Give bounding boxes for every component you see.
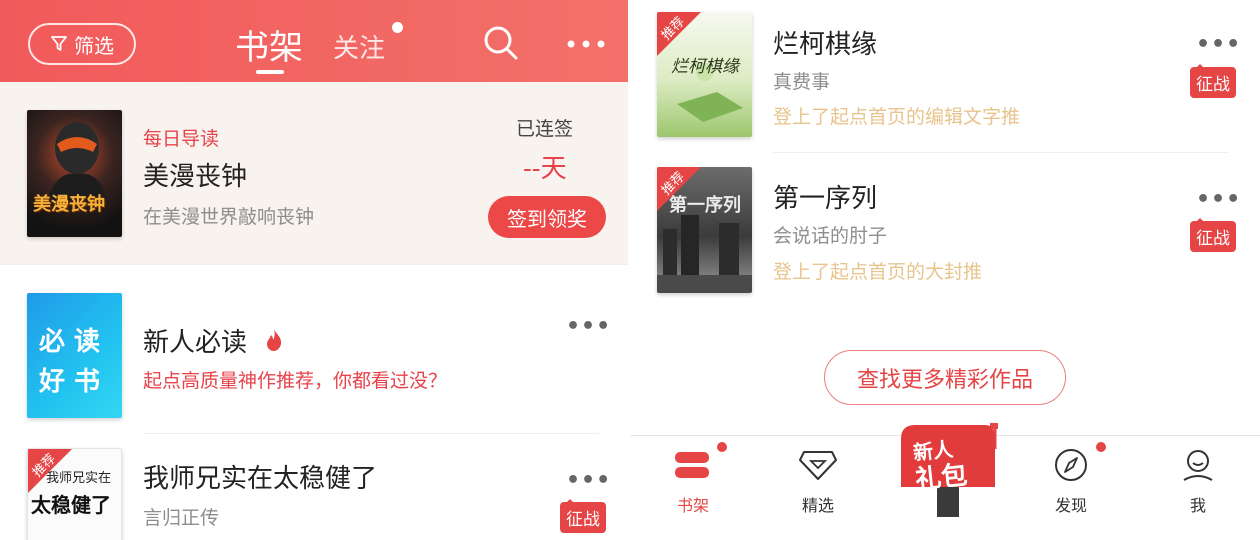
more-options-icon[interactable]: ••• [1196,187,1241,212]
streak-label: 已连签 [516,118,574,140]
list-item-subtitle: 起点高质量神作推荐，你都看过没？ [143,370,448,392]
cover-title: 美漫丧钟 [33,194,105,215]
list-item[interactable]: 烂柯棋缘 推荐 烂柯棋缘 真费事 登上了起点首页的编辑文字推 ••• 征战 [630,0,1260,152]
more-icon[interactable] [566,38,606,50]
tab-bookshelf[interactable]: 书架 [235,20,303,69]
list-item-title: 我师兄实在太稳健了 [143,464,378,494]
book-cover-lanke: 烂柯棋缘 推荐 [657,12,752,137]
list-item[interactable]: 必 读 好 书 新人必读 起点高质量神作推荐，你都看过没？ ••• [0,266,628,434]
nav-featured[interactable]: 精选 [783,448,853,516]
gift-label-line-2: 礼包 [913,460,969,496]
follow-notification-dot [392,22,403,33]
more-options-icon[interactable]: ••• [1196,32,1241,57]
left-screen: 筛选 书架 关注 美漫丧钟 每日导读 美漫丧钟 在美漫世界敲响丧钟 已连签 --… [0,0,628,540]
tab-follow[interactable]: 关注 [333,28,385,65]
diamond-icon [799,451,837,480]
nav-discover[interactable]: 发现 [1036,448,1106,516]
streak-value: --天 [523,154,567,184]
book-cover-shixiong: 我师兄实在 太稳健了 推荐 [27,448,122,540]
list-item[interactable]: 我师兄实在 太稳健了 推荐 我师兄实在太稳健了 言归正传 ••• 征战 [0,434,628,540]
book-cover-meimanglzhong[interactable]: 美漫丧钟 [27,110,122,237]
nav-bookshelf-label: 书架 [676,496,709,515]
checkin-book-title[interactable]: 美漫丧钟 [143,156,247,193]
filter-label: 筛选 [74,33,114,58]
cover-main-text: 太稳健了 [31,493,111,517]
list-item-author: 会说话的肘子 [773,225,888,247]
bookshelf-notification-dot [717,442,727,452]
nav-discover-label: 发现 [1054,496,1087,515]
active-tab-indicator [256,70,284,74]
search-icon[interactable] [482,24,520,62]
nav-featured-label: 精选 [801,496,834,515]
compass-icon [1055,449,1087,481]
top-bar: 筛选 书架 关注 [0,0,628,82]
daily-checkin-card: 美漫丧钟 每日导读 美漫丧钟 在美漫世界敲响丧钟 已连签 --天 签到领奖 [0,82,628,265]
cover-line-2: 好 书 [39,367,101,397]
list-item-title: 烂柯棋缘 [773,30,878,60]
zhengzhan-badge: 征战 [560,499,606,533]
nav-bookshelf[interactable]: 书架 [658,448,728,516]
discover-notification-dot [1096,442,1106,452]
list-item-title: 第一序列 [773,184,878,214]
newbie-gift-button[interactable]: 新人 礼包 [895,421,1000,521]
more-options-icon[interactable]: ••• [566,468,611,493]
list-item-author: 真费事 [773,71,831,93]
book-cover-diyixulie: 第一序列 推荐 [657,167,752,293]
bookshelf-icon [675,452,709,478]
list-item-author: 言归正传 [143,507,220,529]
list-item-note: 登上了起点首页的编辑文字推 [773,106,1021,128]
list-item-note: 登上了起点首页的大封推 [773,261,983,283]
cover-figure-icon [47,122,107,200]
hot-flame-icon [267,329,282,351]
bottom-navigation: 书架 精选 新人 礼包 发现 我 [630,423,1260,540]
checkin-button[interactable]: 签到领奖 [488,196,606,238]
find-more-button[interactable]: 查找更多精彩作品 [824,350,1066,405]
list-item-title: 新人必读 [143,328,248,358]
filter-button[interactable]: 筛选 [28,23,136,65]
checkin-book-desc: 在美漫世界敲响丧钟 [143,206,315,228]
list-item[interactable]: 第一序列 推荐 第一序列 会说话的肘子 登上了起点首页的大封推 ••• 征战 [630,153,1260,313]
daily-guide-tag: 每日导读 [143,128,220,150]
user-icon [1183,450,1213,481]
filter-icon [51,36,67,51]
more-options-icon[interactable]: ••• [566,314,611,339]
cover-line-1: 必 读 [39,327,101,357]
right-screen: 烂柯棋缘 推荐 烂柯棋缘 真费事 登上了起点首页的编辑文字推 ••• 征战 第一… [630,0,1260,540]
book-cover-must-read: 必 读 好 书 [27,293,122,418]
nav-me[interactable]: 我 [1163,448,1233,516]
nav-me-label: 我 [1189,496,1206,515]
zhengzhan-badge: 征战 [1190,64,1236,98]
zhengzhan-badge: 征战 [1190,218,1236,252]
